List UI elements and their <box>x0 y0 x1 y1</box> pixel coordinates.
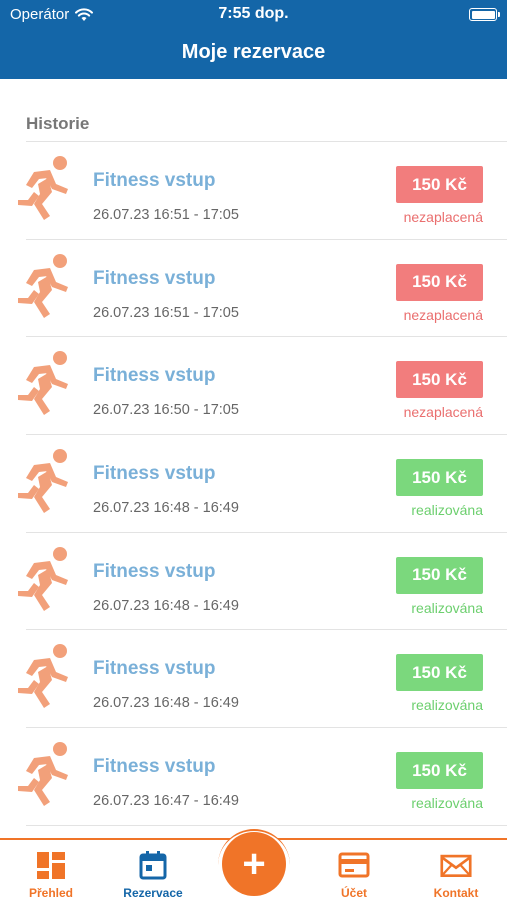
reservation-time: 26.07.23 16:48 - 16:49 <box>93 597 239 614</box>
tab-prehled[interactable]: Přehled <box>6 850 96 900</box>
reservation-item[interactable]: Fitness vstup 26.07.23 16:48 - 16:49 150… <box>0 630 507 729</box>
reservation-title: Fitness vstup <box>93 560 216 582</box>
reservation-time: 26.07.23 16:48 - 16:49 <box>93 500 239 517</box>
reservation-title: Fitness vstup <box>93 756 216 778</box>
running-person-icon <box>18 253 68 318</box>
running-person-icon <box>18 546 68 611</box>
reservation-title: Fitness vstup <box>93 658 216 680</box>
payment-status: realizována <box>411 795 483 812</box>
reservation-title: Fitness vstup <box>93 463 216 485</box>
price-badge: 150 Kč <box>396 654 483 692</box>
tab-label: Rezervace <box>123 886 183 900</box>
calendar-icon <box>139 851 167 880</box>
running-person-icon <box>18 644 68 709</box>
price-badge: 150 Kč <box>396 263 483 301</box>
plus-icon: + <box>242 842 266 886</box>
reservation-time: 26.07.23 16:47 - 16:49 <box>93 793 239 810</box>
card-icon <box>338 852 370 878</box>
reservation-item[interactable]: Fitness vstup 26.07.23 16:48 - 16:49 150… <box>0 435 507 533</box>
running-person-icon <box>18 351 68 416</box>
reservation-time: 26.07.23 16:48 - 16:49 <box>93 695 239 712</box>
tab-ucet[interactable]: Účet <box>309 850 399 900</box>
reservation-title: Fitness vstup <box>93 170 216 191</box>
payment-status: realizována <box>411 599 483 616</box>
mail-icon <box>440 854 472 877</box>
section-title: Historie <box>26 114 90 133</box>
price-badge: 150 Kč <box>396 459 483 497</box>
clock: 7:55 dop. <box>218 5 289 22</box>
payment-status: nezaplacená <box>403 209 483 225</box>
tab-label: Přehled <box>28 886 73 900</box>
reservation-time: 26.07.23 16:51 - 17:05 <box>93 207 239 223</box>
price-badge: 150 Kč <box>396 752 483 790</box>
payment-status: realizována <box>411 502 483 519</box>
payment-status: nezaplacená <box>403 306 483 323</box>
tab-kontakt[interactable]: Kontakt <box>411 850 501 900</box>
reservation-item[interactable]: Fitness vstup 26.07.23 16:48 - 16:49 150… <box>0 533 507 631</box>
reservation-time: 26.07.23 16:51 - 17:05 <box>93 304 239 321</box>
tab-label: Kontakt <box>433 886 479 900</box>
reservation-list: Fitness vstup 26.07.23 16:51 - 17:05 150… <box>0 142 507 826</box>
reservation-item[interactable]: Fitness vstup 26.07.23 16:47 - 16:49 150… <box>0 728 507 826</box>
reservation-time: 26.07.23 16:50 - 17:05 <box>93 402 239 419</box>
price-badge: 150 Kč <box>396 166 483 203</box>
dashboard-icon <box>37 852 65 879</box>
price-badge: 150 Kč <box>396 556 483 594</box>
app: Operátor 7:55 dop. Moje rezervace Histor… <box>0 0 507 900</box>
page-title: Moje rezervace <box>181 41 326 63</box>
battery-icon <box>469 8 500 21</box>
reservation-title: Fitness vstup <box>93 267 216 289</box>
add-reservation-button[interactable]: + <box>222 832 286 896</box>
tab-label: Účet <box>340 886 367 900</box>
running-person-icon <box>18 742 68 807</box>
running-person-icon <box>18 449 68 514</box>
tab-rezervace[interactable]: Rezervace <box>108 850 198 900</box>
divider <box>26 824 507 826</box>
price-badge: 150 Kč <box>396 361 483 399</box>
reservation-item[interactable]: Fitness vstup 26.07.23 16:50 - 17:05 150… <box>0 337 507 436</box>
reservation-item[interactable]: Fitness vstup 26.07.23 16:51 - 17:05 150… <box>0 240 507 338</box>
running-person-icon <box>18 156 68 220</box>
status-bar: Operátor 7:55 dop. <box>0 0 507 28</box>
payment-status: realizována <box>411 697 483 714</box>
reservation-title: Fitness vstup <box>93 365 216 387</box>
payment-status: nezaplacená <box>403 404 483 421</box>
header: Operátor 7:55 dop. Moje rezervace <box>0 0 507 79</box>
reservation-item[interactable]: Fitness vstup 26.07.23 16:51 - 17:05 150… <box>0 142 507 240</box>
